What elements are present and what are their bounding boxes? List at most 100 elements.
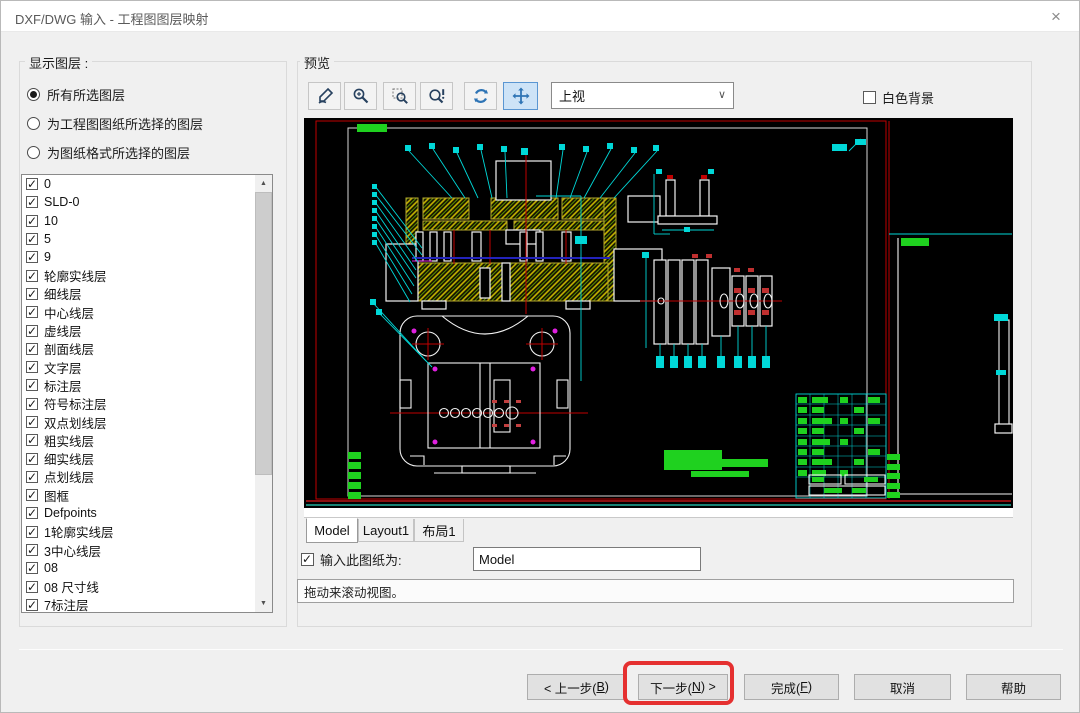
zoom-in-out-button[interactable] [344, 82, 377, 110]
layer-item[interactable]: 符号标注层 [22, 395, 257, 413]
layer-label: Defpoints [44, 506, 97, 520]
layer-item[interactable]: 9 [22, 248, 257, 266]
layer-label: 08 尺寸线 [44, 577, 99, 596]
layer-label: 符号标注层 [44, 394, 107, 413]
cancel-button[interactable]: 取消 [854, 674, 951, 700]
layer-label: 标注层 [44, 376, 82, 395]
layer-listbox[interactable]: 0 SLD-0 10 5 9轮廓实线层细线层中心线层虚线层剖面线层文字层标注层符号标注层… [21, 174, 273, 613]
layer-item[interactable]: 剖面线层 [22, 340, 257, 358]
help-button[interactable]: 帮助 [966, 674, 1061, 700]
checkbox-checked-icon[interactable] [26, 544, 38, 556]
zoom-to-fit-button[interactable] [420, 82, 453, 110]
checkbox-checked-icon[interactable] [26, 306, 38, 318]
sheet-name-input[interactable] [473, 547, 701, 571]
layer-item[interactable]: 标注层 [22, 376, 257, 394]
checkbox-checked-icon[interactable] [26, 379, 38, 391]
back-button[interactable]: < 上一步(B) [527, 674, 626, 700]
chevron-down-icon: ∨ [718, 88, 726, 101]
layer-list-scrollbar[interactable]: ▲ ▼ [255, 175, 272, 612]
checkbox-checked-icon[interactable] [26, 416, 38, 428]
layer-item[interactable]: 10 [22, 212, 257, 230]
next-button[interactable]: 下一步(N) > [638, 674, 728, 700]
layer-item[interactable]: Defpoints [22, 504, 257, 522]
layer-item[interactable]: 0 [22, 175, 257, 193]
right-sheet [887, 234, 1012, 498]
close-icon[interactable]: × [1043, 5, 1069, 29]
preview-canvas[interactable] [304, 118, 1013, 508]
layer-item[interactable]: 细实线层 [22, 449, 257, 467]
layer-item[interactable]: 虚线层 [22, 321, 257, 339]
section-view [372, 143, 662, 381]
checkbox-checked-icon[interactable] [26, 599, 38, 611]
refresh-button[interactable] [464, 82, 497, 110]
scrollbar-thumb[interactable] [255, 192, 272, 475]
layer-item[interactable]: 点划线层 [22, 468, 257, 486]
plan-view [348, 299, 588, 499]
radio-all-selected-layers[interactable]: 所有所选图层 [27, 85, 125, 104]
checkbox-checked-icon[interactable] [26, 178, 38, 190]
pan-button[interactable] [503, 82, 538, 110]
checkbox-checked-icon[interactable] [26, 507, 38, 519]
layer-label: 文字层 [44, 358, 82, 377]
checkbox-checked-icon[interactable] [26, 196, 38, 208]
layer-item[interactable]: 08 尺寸线 [22, 578, 257, 596]
select-pointer-button[interactable] [308, 82, 341, 110]
tab-layout-cn[interactable]: 布局1 [414, 519, 464, 542]
layer-label: 3中心线层 [44, 541, 101, 560]
pan-icon [511, 86, 531, 106]
checkbox-checked-icon[interactable] [26, 361, 38, 373]
layer-item[interactable]: 文字层 [22, 358, 257, 376]
checkbox-checked-icon[interactable] [26, 251, 38, 263]
layer-item[interactable]: 中心线层 [22, 303, 257, 321]
scroll-down-icon[interactable]: ▼ [255, 595, 272, 612]
layer-item[interactable]: 7标注层 [22, 596, 257, 613]
checkbox-checked-icon[interactable] [26, 526, 38, 538]
layer-label: SLD-0 [44, 195, 79, 209]
zoom-to-area-button[interactable] [383, 82, 416, 110]
checkbox-checked-icon[interactable] [26, 453, 38, 465]
layer-item[interactable]: 1轮廓实线层 [22, 523, 257, 541]
radio-sheet-format-layers[interactable]: 为图纸格式所选择的图层 [27, 143, 190, 162]
radio-drawing-sheet-layers[interactable]: 为工程图图纸所选择的图层 [27, 114, 203, 133]
checkbox-checked-icon[interactable] [26, 581, 38, 593]
tab-layout1[interactable]: Layout1 [358, 519, 414, 542]
layer-label: 轮廓实线层 [44, 266, 107, 285]
finish-button[interactable]: 完成(F) [744, 674, 839, 700]
checkbox-checked-icon[interactable] [26, 215, 38, 227]
layer-item[interactable]: 5 [22, 230, 257, 248]
layer-item[interactable]: 08 [22, 559, 257, 577]
scroll-up-icon[interactable]: ▲ [255, 175, 272, 192]
checkbox-checked-icon[interactable] [26, 562, 38, 574]
view-orientation-dropdown[interactable]: 上视 ∨ [551, 82, 734, 109]
checkbox-checked-icon[interactable] [26, 288, 38, 300]
layer-item[interactable]: 细线层 [22, 285, 257, 303]
layer-label: 0 [44, 177, 51, 191]
layer-label: 粗实线层 [44, 431, 94, 450]
titlebar: DXF/DWG 输入 - 工程图图层映射 × [1, 1, 1079, 32]
dialog-title: DXF/DWG 输入 - 工程图图层映射 [15, 9, 209, 28]
layer-item[interactable]: SLD-0 [22, 193, 257, 211]
layer-item[interactable]: 粗实线层 [22, 431, 257, 449]
layer-list: 0 SLD-0 10 5 9轮廓实线层细线层中心线层虚线层剖面线层文字层标注层符号标注层… [22, 175, 257, 613]
checkbox-checked-icon[interactable] [26, 471, 38, 483]
display-layers-label: 显示图层 : [25, 53, 92, 72]
layer-item[interactable]: 3中心线层 [22, 541, 257, 559]
checkbox-checked-icon[interactable] [26, 434, 38, 446]
tab-model[interactable]: Model [306, 518, 358, 543]
checkbox-checked-icon[interactable] [26, 270, 38, 282]
preview-label: 预览 [300, 53, 334, 72]
checkbox-checked-icon[interactable] [26, 325, 38, 337]
checkbox-checked-icon[interactable] [26, 489, 38, 501]
layer-item[interactable]: 图框 [22, 486, 257, 504]
white-background-checkbox[interactable]: 白色背景 [863, 88, 934, 107]
layer-label: 08 [44, 561, 58, 575]
layer-label: 5 [44, 232, 51, 246]
checkbox-checked-icon[interactable] [26, 343, 38, 355]
checkbox-checked-icon[interactable] [26, 233, 38, 245]
layer-item[interactable]: 轮廓实线层 [22, 266, 257, 284]
checkbox-checked-icon[interactable] [26, 398, 38, 410]
layer-item[interactable]: 双点划线层 [22, 413, 257, 431]
import-sheet-checkbox[interactable]: 输入此图纸为: [301, 550, 402, 569]
view-orientation-value: 上视 [559, 86, 585, 105]
layer-label: 7标注层 [44, 595, 88, 613]
